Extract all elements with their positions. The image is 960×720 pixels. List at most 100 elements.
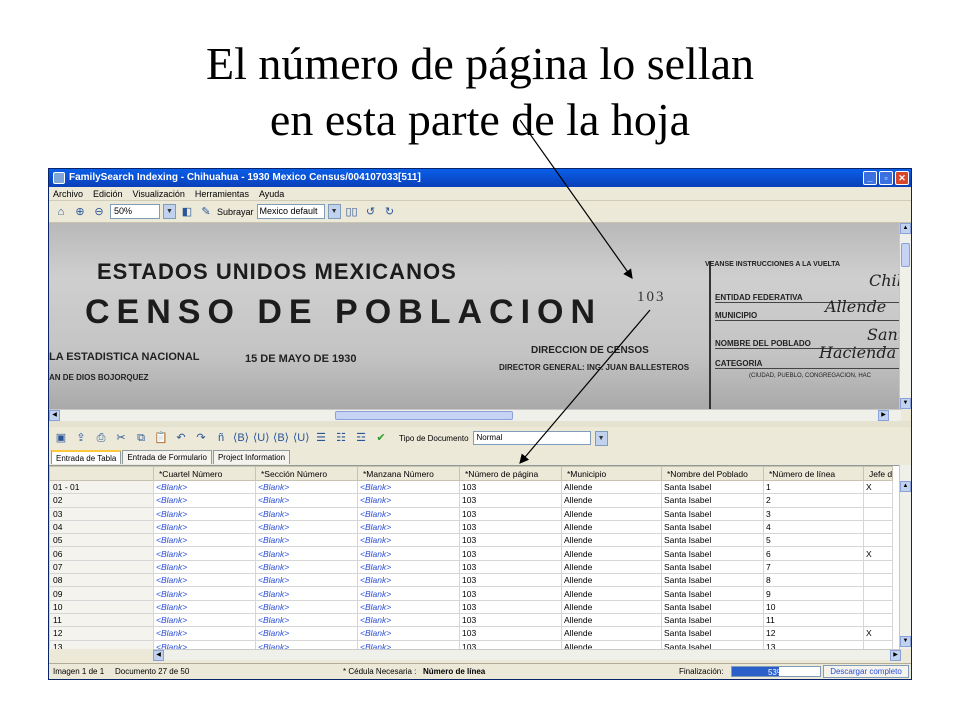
- jefe-cell[interactable]: [862, 533, 894, 548]
- special-char-icon[interactable]: ñ: [213, 430, 229, 446]
- jefe-cell[interactable]: X: [862, 479, 894, 495]
- pagina-cell[interactable]: 103: [459, 533, 562, 548]
- jefe-cell[interactable]: [862, 573, 894, 588]
- cut-icon[interactable]: ✂: [113, 430, 129, 446]
- poblado-cell[interactable]: Santa Isabel: [661, 479, 764, 495]
- blank-row-icon[interactable]: ⟨B⟩: [273, 430, 289, 446]
- pagina-cell[interactable]: 103: [459, 586, 562, 601]
- manzana-cell[interactable]: <Blank>: [357, 639, 460, 649]
- pagina-cell[interactable]: 103: [459, 519, 562, 535]
- seccion-cell[interactable]: <Blank>: [255, 506, 358, 521]
- copy-icon[interactable]: ⧉: [133, 430, 149, 446]
- manzana-cell[interactable]: <Blank>: [357, 493, 460, 508]
- linea-cell[interactable]: 3: [763, 506, 864, 521]
- blank-field-icon[interactable]: ⟨B⟩: [233, 430, 249, 446]
- col-numero-linea[interactable]: *Número de línea: [763, 466, 864, 481]
- pagina-cell[interactable]: 103: [459, 546, 562, 561]
- jefe-cell[interactable]: [862, 599, 894, 614]
- seccion-cell[interactable]: <Blank>: [255, 599, 358, 614]
- pagina-cell[interactable]: 103: [459, 639, 562, 649]
- cuartel-cell[interactable]: <Blank>: [153, 519, 256, 535]
- cuartel-cell[interactable]: <Blank>: [153, 533, 256, 548]
- layout-icon[interactable]: ▯▯: [344, 204, 360, 220]
- seccion-cell[interactable]: <Blank>: [255, 639, 358, 649]
- pagina-cell[interactable]: 103: [459, 626, 562, 641]
- pagina-cell[interactable]: 103: [459, 612, 562, 628]
- cuartel-cell[interactable]: <Blank>: [153, 626, 256, 641]
- col-municipio[interactable]: *Municipio: [561, 466, 662, 481]
- seccion-cell[interactable]: <Blank>: [255, 573, 358, 588]
- col-nombre-poblado[interactable]: *Nombre del Poblado: [661, 466, 764, 481]
- highlight-pen-icon[interactable]: ✎: [198, 204, 214, 220]
- cuartel-cell[interactable]: <Blank>: [153, 559, 256, 575]
- minimize-button[interactable]: _: [863, 171, 877, 185]
- grid-scroll-right-icon[interactable]: ▶: [890, 650, 901, 661]
- jefe-cell[interactable]: [862, 612, 894, 628]
- manzana-cell[interactable]: <Blank>: [357, 612, 460, 628]
- delete-row-icon[interactable]: ☷: [333, 430, 349, 446]
- poblado-cell[interactable]: Santa Isabel: [661, 573, 764, 588]
- grid-horizontal-scrollbar[interactable]: ◀ ▶: [153, 649, 901, 661]
- cuartel-cell[interactable]: <Blank>: [153, 546, 256, 561]
- menu-herramientas[interactable]: Herramientas: [195, 187, 249, 200]
- municipio-cell[interactable]: Allende: [561, 626, 662, 641]
- poblado-cell[interactable]: Santa Isabel: [661, 519, 764, 535]
- municipio-cell[interactable]: Allende: [561, 586, 662, 601]
- download-complete-button[interactable]: Descargar completo: [823, 665, 909, 678]
- check-icon[interactable]: ✔: [373, 430, 389, 446]
- poblado-cell[interactable]: Santa Isabel: [661, 599, 764, 614]
- seccion-cell[interactable]: <Blank>: [255, 519, 358, 535]
- linea-cell[interactable]: 5: [763, 533, 864, 548]
- image-hscroll-thumb[interactable]: [335, 411, 513, 420]
- zoom-field[interactable]: 50%: [110, 204, 160, 219]
- jefe-cell[interactable]: X: [862, 626, 894, 641]
- restore-button[interactable]: ▫: [879, 171, 893, 185]
- undo-icon[interactable]: ↶: [173, 430, 189, 446]
- menu-ayuda[interactable]: Ayuda: [259, 187, 284, 200]
- scroll-up-icon[interactable]: ▲: [900, 223, 911, 234]
- pagina-cell[interactable]: 103: [459, 573, 562, 588]
- invert-icon[interactable]: ◧: [179, 204, 195, 220]
- document-type-dropdown-icon[interactable]: ▼: [594, 430, 608, 446]
- tab-project-information[interactable]: Project Information: [212, 450, 291, 464]
- municipio-cell[interactable]: Allende: [561, 479, 662, 495]
- manzana-cell[interactable]: <Blank>: [357, 559, 460, 575]
- municipio-cell[interactable]: Allende: [561, 506, 662, 521]
- jefe-cell[interactable]: [862, 586, 894, 601]
- linea-cell[interactable]: 6: [763, 546, 864, 561]
- template-dropdown-icon[interactable]: ▼: [327, 204, 341, 219]
- linea-cell[interactable]: 12: [763, 626, 864, 641]
- manzana-cell[interactable]: <Blank>: [357, 519, 460, 535]
- col-jefe[interactable]: Jefe d: [862, 466, 894, 481]
- jefe-cell[interactable]: [862, 493, 894, 508]
- seccion-cell[interactable]: <Blank>: [255, 493, 358, 508]
- save-icon[interactable]: ▣: [53, 430, 69, 446]
- seccion-cell[interactable]: <Blank>: [255, 559, 358, 575]
- poblado-cell[interactable]: Santa Isabel: [661, 533, 764, 548]
- cuartel-cell[interactable]: <Blank>: [153, 639, 256, 649]
- municipio-cell[interactable]: Allende: [561, 546, 662, 561]
- home-icon[interactable]: ⌂: [53, 204, 69, 220]
- municipio-cell[interactable]: Allende: [561, 533, 662, 548]
- cuartel-cell[interactable]: <Blank>: [153, 573, 256, 588]
- poblado-cell[interactable]: Santa Isabel: [661, 506, 764, 521]
- close-button[interactable]: ✕: [895, 171, 909, 185]
- col-manzana[interactable]: *Manzana Número: [357, 466, 460, 481]
- seccion-cell[interactable]: <Blank>: [255, 479, 358, 495]
- seccion-cell[interactable]: <Blank>: [255, 626, 358, 641]
- manzana-cell[interactable]: <Blank>: [357, 586, 460, 601]
- zoom-in-icon[interactable]: ⊕: [72, 204, 88, 220]
- document-type-select[interactable]: Normal: [472, 431, 591, 445]
- unreadable-row-icon[interactable]: ⟨U⟩: [293, 430, 310, 446]
- poblado-cell[interactable]: Santa Isabel: [661, 586, 764, 601]
- manzana-cell[interactable]: <Blank>: [357, 573, 460, 588]
- col-cuartel[interactable]: *Cuartel Número: [153, 466, 256, 481]
- grid-scroll-down-icon[interactable]: ▼: [900, 636, 911, 647]
- pagina-cell[interactable]: 103: [459, 599, 562, 614]
- municipio-cell[interactable]: Allende: [561, 573, 662, 588]
- municipio-cell[interactable]: Allende: [561, 639, 662, 649]
- submit-icon[interactable]: ⇪: [73, 430, 89, 446]
- scroll-right-icon[interactable]: ▶: [878, 410, 889, 421]
- image-horizontal-scrollbar[interactable]: ◀ ▶: [49, 409, 901, 421]
- col-numero-pagina[interactable]: *Número de página: [459, 466, 562, 481]
